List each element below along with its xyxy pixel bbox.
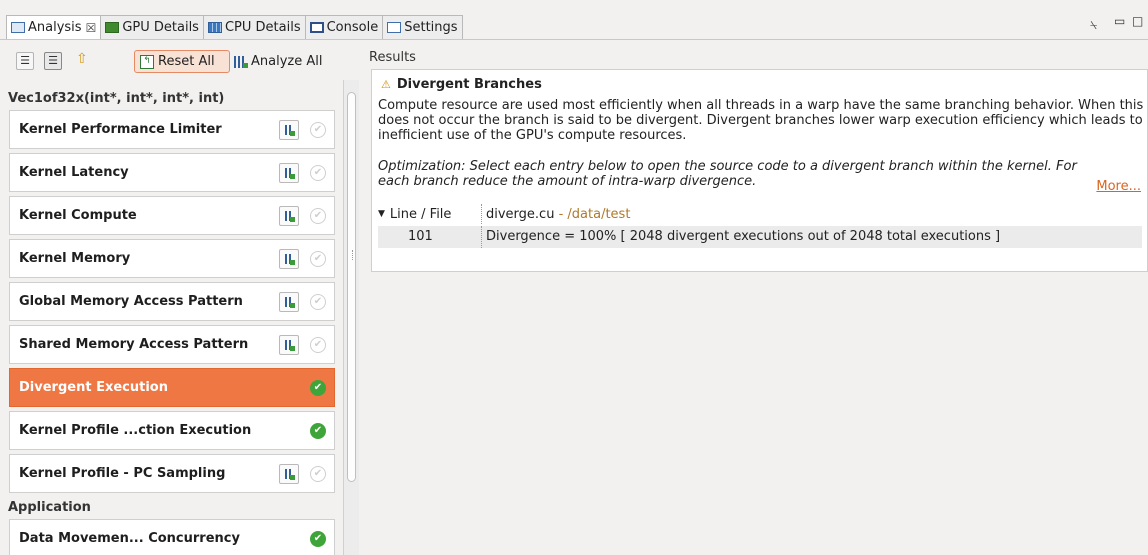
list-item-label: Kernel Profile - PC Sampling (19, 466, 226, 481)
chart-icon[interactable] (279, 464, 299, 484)
flat-view-icon[interactable]: ☰ (44, 52, 62, 70)
results-panel: ⚠ Divergent Branches Compute resource ar… (371, 69, 1148, 272)
chart-icon[interactable] (279, 163, 299, 183)
list-item-label: Shared Memory Access Pattern (19, 337, 249, 352)
list-item[interactable]: Kernel Memory ✔ (9, 239, 335, 278)
list-item[interactable]: Shared Memory Access Pattern ✔ (9, 325, 335, 364)
results-title: ⚠ Divergent Branches (381, 77, 542, 92)
list-item[interactable]: Kernel Latency ✔ (9, 153, 335, 192)
cpu-details-icon (207, 22, 222, 33)
reset-all-label: Reset All (158, 54, 215, 69)
analyze-all-button[interactable]: Analyze All (234, 50, 322, 73)
check-icon: ✔ (310, 380, 326, 396)
tab-cpu-details[interactable]: CPU Details (202, 15, 306, 39)
results-table-header: ▼ Line / File diverge.cu - /data/test (378, 204, 1144, 224)
reset-all-button[interactable]: ↰ Reset All (134, 50, 230, 73)
chart-icon[interactable] (279, 120, 299, 140)
check-icon: ✔ (310, 208, 326, 224)
list-item-label: Data Movemen... Concurrency (19, 531, 240, 546)
check-icon: ✔ (310, 294, 326, 310)
list-item-label: Kernel Compute (19, 208, 137, 223)
line-number: 101 (408, 229, 433, 244)
tab-settings-label: Settings (404, 20, 458, 35)
tab-analysis[interactable]: Analysis ☒ (6, 15, 102, 39)
kernel-section-header: Vec1of32x(int*, int*, int*, int) (8, 91, 225, 106)
line-file-header: Line / File (389, 206, 452, 222)
hierarchical-view-icon[interactable]: ☰ (16, 52, 34, 70)
analysis-icon (11, 22, 25, 33)
tab-gpu-details[interactable]: GPU Details (100, 15, 204, 39)
check-icon: ✔ (310, 122, 326, 138)
chart-icon[interactable] (279, 292, 299, 312)
check-icon: ✔ (310, 165, 326, 181)
scrollbar-thumb[interactable] (347, 92, 356, 482)
list-item-label: Kernel Memory (19, 251, 131, 266)
column-divider (481, 226, 483, 248)
tab-console[interactable]: Console (304, 15, 384, 39)
list-item-label: Kernel Performance Limiter (19, 122, 222, 137)
check-icon: ✔ (310, 251, 326, 267)
expand-triangle-icon[interactable]: ▼ (378, 209, 385, 219)
sash-grip[interactable] (352, 250, 355, 260)
tab-analysis-label: Analysis (28, 20, 82, 35)
gpu-details-icon (105, 22, 120, 33)
table-row[interactable]: 101 Divergence = 100% [ 2048 divergent e… (378, 226, 1142, 248)
warning-icon: ⚠ (381, 78, 391, 91)
analysis-pane: ☰ ☰ ⇧ ↰ Reset All Analyze All Vec1of32x(… (0, 42, 359, 555)
application-section-header: Application (8, 500, 91, 515)
optimization-text: Optimization: Select each entry below to… (378, 159, 1077, 189)
settings-icon (387, 22, 402, 33)
tab-console-label: Console (326, 20, 379, 35)
list-item-label: Divergent Execution (19, 380, 168, 395)
list-item[interactable]: Kernel Compute ✔ (9, 196, 335, 235)
check-icon: ✔ (310, 423, 326, 439)
results-label: Results (369, 50, 416, 65)
column-divider (481, 204, 483, 224)
reset-icon: ↰ (140, 54, 154, 69)
analysis-toolbar: ☰ ☰ ⇧ ↰ Reset All Analyze All (0, 42, 358, 82)
file-path: - /data/test (554, 206, 631, 222)
list-item-selected[interactable]: Divergent Execution ✔ (9, 368, 335, 407)
editor-tab-bar: Analysis ☒ GPU Details CPU Details Conso… (0, 0, 1148, 40)
list-item-label: Global Memory Access Pattern (19, 294, 243, 309)
maximize-icon[interactable]: □ (1132, 14, 1143, 28)
check-icon: ✔ (310, 531, 326, 547)
console-icon (309, 22, 324, 33)
minimize-icon[interactable]: ▭ (1114, 14, 1125, 28)
list-scrollbar[interactable] (343, 80, 359, 555)
list-item-label: Kernel Latency (19, 165, 129, 180)
list-item[interactable]: Kernel Performance Limiter ✔ (9, 110, 335, 149)
check-icon: ✔ (310, 466, 326, 482)
view-menu-icon[interactable]: ⍀ (1090, 18, 1097, 33)
close-icon[interactable]: ☒ (86, 21, 97, 35)
tab-cpu-details-label: CPU Details (224, 20, 301, 35)
tabs: Analysis ☒ GPU Details CPU Details Conso… (6, 15, 463, 39)
list-item[interactable]: Global Memory Access Pattern ✔ (9, 282, 335, 321)
list-item[interactable]: Data Movemen... Concurrency ✔ (9, 519, 335, 555)
more-link[interactable]: More... (1096, 179, 1141, 194)
file-header: diverge.cu - /data/test (486, 207, 630, 222)
check-icon: ✔ (310, 337, 326, 353)
analyze-all-label: Analyze All (251, 54, 323, 69)
arrow-up-icon[interactable]: ⇧ (76, 51, 88, 67)
results-description: Compute resource are used most efficient… (378, 98, 1144, 143)
list-item-label: Kernel Profile ...ction Execution (19, 423, 252, 438)
chart-icon[interactable] (279, 206, 299, 226)
tab-gpu-details-label: GPU Details (122, 20, 199, 35)
list-item[interactable]: Kernel Profile - PC Sampling ✔ (9, 454, 335, 493)
results-title-text: Divergent Branches (396, 77, 542, 92)
analyze-icon (234, 55, 248, 68)
list-item[interactable]: Kernel Profile ...ction Execution ✔ (9, 411, 335, 450)
tab-settings[interactable]: Settings (382, 15, 463, 39)
file-name[interactable]: diverge.cu (486, 207, 554, 222)
chart-icon[interactable] (279, 249, 299, 269)
analysis-list: Vec1of32x(int*, int*, int*, int) Kernel … (6, 88, 338, 555)
divergence-text: Divergence = 100% [ 2048 divergent execu… (486, 229, 1001, 244)
chart-icon[interactable] (279, 335, 299, 355)
